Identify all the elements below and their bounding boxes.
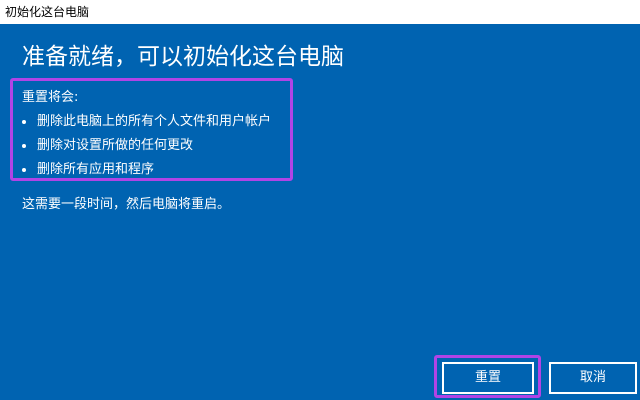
title-bar: 初始化这台电脑 [0, 0, 640, 24]
list-item: 删除此电脑上的所有个人文件和用户帐户 [22, 113, 271, 137]
list-item-text: 删除所有应用和程序 [37, 162, 155, 177]
reset-button[interactable]: 重置 [442, 362, 534, 394]
reset-dialog-window: 初始化这台电脑 准备就绪，可以初始化这台电脑 重置将会: 删除此电脑上的所有个人… [0, 0, 640, 400]
bullet-icon [22, 168, 26, 172]
page-heading: 准备就绪，可以初始化这台电脑 [22, 44, 344, 70]
cancel-button[interactable]: 取消 [549, 362, 637, 394]
window-title: 初始化这台电脑 [5, 5, 90, 19]
bullet-icon [22, 120, 26, 124]
reset-effects-label: 重置将会: [22, 90, 79, 105]
list-item-text: 删除此电脑上的所有个人文件和用户帐户 [37, 114, 272, 129]
restart-info-text: 这需要一段时间，然后电脑将重启。 [22, 197, 231, 212]
list-item: 删除所有应用和程序 [22, 161, 271, 185]
list-item: 删除对设置所做的任何更改 [22, 137, 271, 161]
list-item-text: 删除对设置所做的任何更改 [37, 138, 194, 153]
reset-effects-list: 删除此电脑上的所有个人文件和用户帐户 删除对设置所做的任何更改 删除所有应用和程… [22, 113, 271, 185]
bullet-icon [22, 144, 26, 148]
